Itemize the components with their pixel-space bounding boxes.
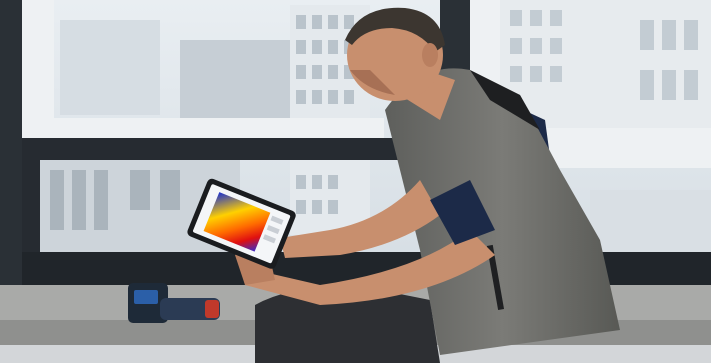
photo-scene bbox=[0, 0, 711, 363]
photo-illustration bbox=[0, 0, 711, 363]
